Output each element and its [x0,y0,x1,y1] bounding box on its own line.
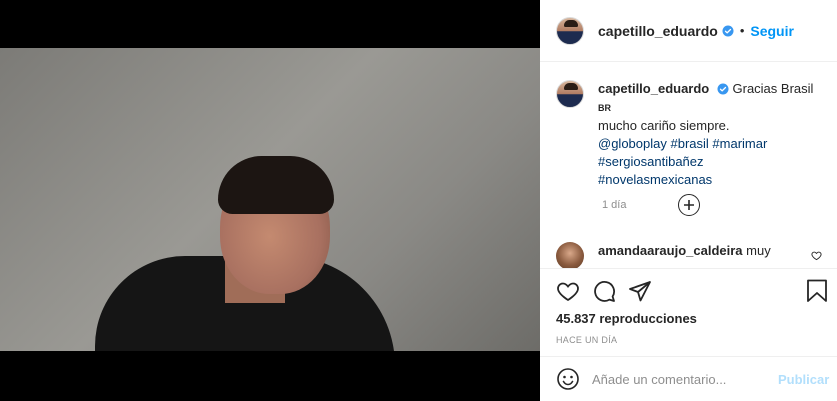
smiley-icon[interactable] [556,367,580,391]
mention-link[interactable]: @globoplay [598,136,667,151]
post-date[interactable]: HACE UN DÍA [556,335,617,345]
hashtag-link[interactable]: #novelasmexicanas [598,172,712,187]
caption-age[interactable]: 1 día [602,199,837,211]
view-count[interactable]: 45.837 reproducciones [556,311,697,326]
hashtag-link[interactable]: #brasil [670,136,708,151]
load-more-comments-button[interactable] [678,194,700,216]
comment-username[interactable]: amandaaraujo_caldeira [598,243,743,258]
plus-circle-icon [684,200,694,210]
heart-icon[interactable] [556,279,580,303]
caption: capetillo_eduardo Gracias Brasil BR much… [540,62,837,189]
post-sidebar: capetillo_eduardo • Seguir capetillo_edu… [540,0,837,401]
verified-badge-icon [722,25,734,36]
caption-text: capetillo_eduardo Gracias Brasil BR much… [598,80,821,189]
video-player[interactable] [0,48,540,351]
caption-line-2: mucho cariño siempre. [598,118,730,133]
avatar[interactable] [556,16,584,45]
publish-button[interactable]: Publicar [778,372,829,387]
comment-input[interactable] [592,371,768,387]
hashtag-link[interactable]: #sergiosantibañez [598,154,704,169]
video-subject-hair [218,156,334,214]
flag-br: BR [598,103,611,113]
header-username[interactable]: capetillo_eduardo [598,23,718,39]
action-icons [556,279,828,305]
media-pane [0,0,540,401]
caption-username[interactable]: capetillo_eduardo [598,81,709,96]
verified-badge-icon [717,83,729,95]
header-separator: • [739,23,745,38]
hashtag-link[interactable]: #marimar [712,136,767,151]
follow-button[interactable]: Seguir [750,23,794,39]
comment-item: amandaaraujo_caldeira muy [556,242,826,268]
comment-body: muy [746,243,771,258]
comment-text: amandaaraujo_caldeira muy [598,242,771,268]
caption-avatar[interactable] [556,80,584,108]
bookmark-icon[interactable] [806,279,828,303]
comments-list[interactable]: capetillo_eduardo Gracias Brasil BR much… [540,62,837,268]
caption-line-1: Gracias Brasil [732,81,814,96]
comment-bubble-icon[interactable] [592,279,616,303]
comment-avatar[interactable] [556,242,584,268]
paper-plane-icon[interactable] [628,279,652,303]
post-header: capetillo_eduardo • Seguir [540,0,837,62]
post-actions: 45.837 reproducciones HACE UN DÍA [540,268,837,356]
heart-icon[interactable] [811,250,822,261]
comment-composer: Publicar [540,356,837,401]
